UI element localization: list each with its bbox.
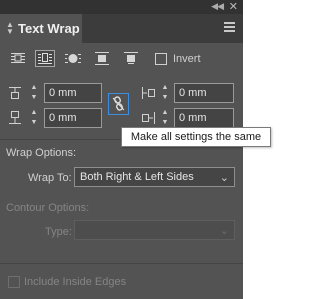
bottom-offset-icon [9,111,21,124]
panel-tab-bar: ▲ ▼ Text Wrap [0,14,243,43]
make-all-settings-same-button[interactable] [108,93,129,115]
tab-expand-icon[interactable]: ▲ ▼ [6,21,14,36]
wrap-options-heading: Wrap Options: [6,147,77,159]
left-offset-field[interactable]: 0 mm [174,83,234,103]
contour-options-heading: Contour Options: [6,202,90,214]
wrap-to-value: Both Right & Left Sides [80,171,194,183]
chevron-down-icon: ⌄ [219,225,229,237]
wrap-to-label: Wrap To: [28,172,72,184]
section-divider [0,263,243,264]
tooltip: Make all settings the same [121,127,271,147]
jump-to-next-column-button[interactable] [121,50,141,67]
object-shape-wrap-icon [65,54,81,63]
right-offset-stepper[interactable]: ▲ ▼ [158,108,172,128]
chain-link-broken-icon [112,96,125,111]
bottom-offset-stepper[interactable]: ▲ ▼ [27,108,41,128]
include-inside-edges-label: Include Inside Edges [24,276,127,288]
bottom-offset-field[interactable]: 0 mm [44,108,102,128]
no-wrap-icon [11,53,25,63]
next-column-icon [124,52,138,64]
no-text-wrap-button[interactable] [8,50,28,67]
panel-title: Text Wrap [18,21,80,36]
wrap-bounding-box-button[interactable] [35,50,55,67]
jump-object-icon [95,52,109,65]
collapse-panel-icon[interactable]: ◀◀ [211,1,224,12]
jump-object-button[interactable] [92,50,112,67]
text-wrap-panel: ◀◀ ✕ ▲ ▼ Text Wrap Invert ▲ ▼ 0 mm ▲ ▼ 0… [0,0,243,299]
left-offset-icon [142,87,155,99]
left-offset-stepper[interactable]: ▲ ▼ [158,83,172,103]
right-offset-field[interactable]: 0 mm [174,108,234,128]
contour-type-dropdown[interactable]: ⌄ [74,220,235,240]
chevron-down-icon: ⌄ [219,172,229,184]
type-label: Type: [45,226,72,238]
top-offset-icon [9,87,21,99]
right-offset-icon [142,112,155,124]
wrap-object-shape-button[interactable] [63,50,83,67]
invert-label: Invert [173,53,201,65]
top-offset-stepper[interactable]: ▲ ▼ [27,83,41,103]
include-inside-edges-checkbox[interactable] [8,276,20,288]
close-icon[interactable]: ✕ [229,0,238,13]
panel-top-strip: ◀◀ ✕ [0,0,243,14]
bounding-box-wrap-icon [38,53,52,64]
wrap-to-dropdown[interactable]: Both Right & Left Sides ⌄ [74,167,235,187]
tab-text-wrap[interactable]: ▲ ▼ Text Wrap [0,14,82,43]
panel-menu-icon[interactable] [224,22,235,34]
invert-checkbox[interactable] [155,53,167,65]
top-offset-field[interactable]: 0 mm [44,83,102,103]
